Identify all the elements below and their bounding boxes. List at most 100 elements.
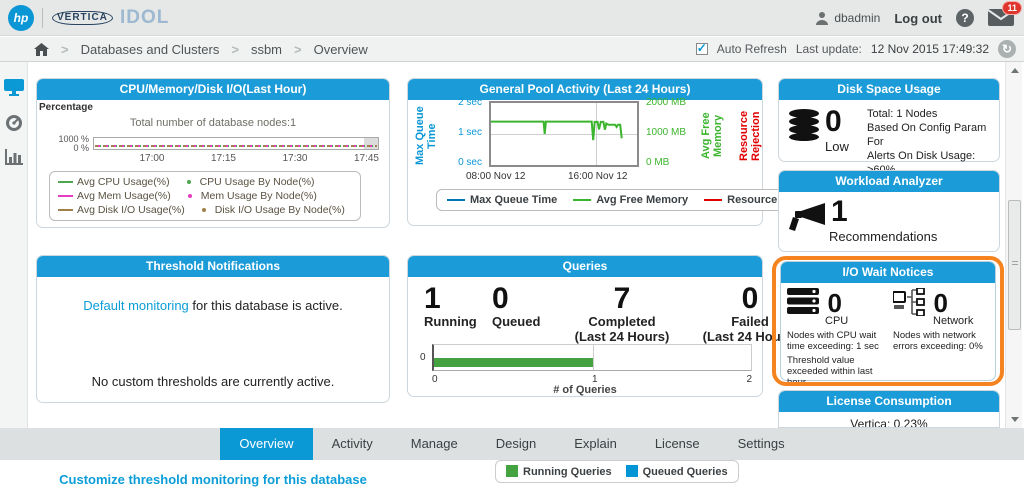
legend-item: Mem Usage By Node(%)	[183, 190, 317, 202]
line-marker	[447, 199, 465, 201]
legend-item: Avg CPU Usage(%)	[58, 176, 170, 188]
tab-settings[interactable]: Settings	[719, 428, 804, 460]
panel-header: Workload Analyzer	[779, 171, 999, 192]
hp-logo-text: hp	[13, 11, 29, 25]
legend-item: Disk I/O Usage By Node(%)	[197, 204, 345, 216]
cpu-chart-plot	[93, 137, 379, 150]
license-usage-text: Vertica: 0.23%	[850, 417, 928, 428]
panel-header: CPU/Memory/Disk I/O(Last Hour)	[37, 79, 389, 100]
square-marker	[625, 465, 638, 477]
y-tick: 0 %	[73, 143, 89, 153]
no-custom-thresholds-text: No custom thresholds are currently activ…	[91, 374, 335, 389]
logout-button[interactable]: Log out	[894, 11, 942, 26]
tab-activity[interactable]: Activity	[313, 428, 392, 460]
panel-header: License Consumption	[779, 391, 999, 412]
io-wait-highlight-ring	[772, 256, 1004, 386]
legend-label: Avg Disk I/O Usage(%)	[77, 204, 185, 216]
right-tick: 0 MB	[646, 157, 670, 168]
scrollbar-thumb[interactable]	[1008, 200, 1021, 330]
vertica-logo-text: VERTICA	[57, 12, 108, 23]
default-monitoring-text: Default monitoring for this database is …	[37, 298, 389, 313]
queries-legend: Running Queries Queued Queries	[495, 460, 739, 483]
default-monitoring-link[interactable]: Default monitoring	[83, 298, 189, 313]
x-tick: 17:45	[353, 153, 379, 164]
queries-bar-chart	[432, 344, 752, 371]
legend-label: Avg Mem Usage(%)	[77, 190, 171, 202]
far-right-axis-label: Resource Rejection	[738, 110, 762, 162]
sidebar-item-charts[interactable]	[0, 142, 28, 172]
tab-explain[interactable]: Explain	[555, 428, 636, 460]
recommendation-count: 1	[831, 195, 848, 228]
breadcrumb-item-page[interactable]: Overview	[314, 42, 368, 57]
tab-design[interactable]: Design	[477, 428, 555, 460]
threshold-notifications-panel: Threshold Notifications Default monitori…	[36, 255, 390, 403]
triangle-down-icon	[1010, 417, 1019, 422]
vertical-scrollbar[interactable]	[1005, 62, 1022, 428]
legend-label: Max Queue Time	[470, 194, 558, 206]
text: Based On Config Param For	[867, 122, 987, 148]
x-tick: 17:30	[282, 153, 308, 164]
legend-item: Running Queries	[506, 465, 612, 478]
dot-marker	[187, 194, 192, 198]
tab-overview[interactable]: Overview	[220, 428, 313, 460]
stat-value: 1	[424, 282, 441, 315]
sidebar-item-overview[interactable]	[0, 72, 28, 102]
legend-item: Avg Disk I/O Usage(%)	[58, 204, 185, 216]
text: Total: 1 Nodes	[867, 108, 938, 120]
scroll-up-button[interactable]	[1007, 63, 1022, 78]
home-icon[interactable]	[34, 42, 49, 56]
y-axis-label: Percentage	[39, 102, 93, 113]
stat-sublabel: (Last 24 Hours)	[574, 329, 670, 344]
y-axis-ticks: 1000 % 0 %	[51, 135, 89, 153]
legend-label: Queued Queries	[642, 466, 728, 478]
divider	[42, 8, 43, 28]
messages-button[interactable]: 11	[987, 1, 1022, 28]
tab-license[interactable]: License	[636, 428, 719, 460]
user-menu[interactable]: dbadmin	[815, 11, 880, 25]
flat-usage-line	[95, 145, 377, 147]
panel-header: Threshold Notifications	[37, 256, 389, 277]
chart-title: Total number of database nodes:1	[129, 117, 297, 129]
legend-label: Disk I/O Usage By Node(%)	[214, 204, 345, 216]
legend-label: Mem Usage By Node(%)	[200, 190, 317, 202]
text: for this database is active.	[188, 298, 343, 313]
auto-refresh-label: Auto Refresh	[716, 42, 787, 56]
bar-chart-icon	[5, 149, 23, 165]
legend-item: Queued Queries	[625, 465, 728, 478]
monitor-icon	[4, 78, 24, 96]
disk-alert-count: 0	[825, 105, 842, 138]
stat-label: Queued	[492, 314, 541, 329]
username: dbadmin	[834, 11, 881, 25]
stat-value: 7	[613, 282, 631, 315]
scroll-down-button[interactable]	[1007, 412, 1022, 427]
refresh-button[interactable]: ↻	[998, 40, 1016, 58]
stat-running: 1 Running	[424, 284, 484, 344]
tab-manage[interactable]: Manage	[392, 428, 477, 460]
help-icon[interactable]: ?	[956, 9, 974, 27]
megaphone-icon	[789, 203, 825, 231]
breadcrumb-bar: > Databases and Clusters > ssbm > Overvi…	[0, 37, 1024, 62]
x-axis-label: # of Queries	[553, 384, 617, 396]
breadcrumb-item-database[interactable]: ssbm	[251, 42, 282, 57]
sidebar-item-activity[interactable]	[0, 108, 28, 138]
line-marker	[58, 181, 73, 183]
line-marker	[58, 195, 73, 197]
disk-stack-icon	[789, 109, 819, 141]
left-tick: 0 sec	[458, 157, 482, 168]
page-title: IDOL	[120, 7, 170, 28]
gauge-icon	[6, 115, 22, 131]
message-count-badge: 11	[1002, 1, 1022, 15]
breadcrumb-item-databases[interactable]: Databases and Clusters	[81, 42, 220, 57]
hp-logo-icon[interactable]: hp	[8, 5, 34, 31]
legend-item: Max Queue Time	[447, 194, 557, 206]
x-tick: 08:00 Nov 12	[466, 171, 526, 182]
x-tick: 17:00	[139, 153, 165, 164]
square-marker	[506, 465, 518, 477]
cpu-chart-legend: Avg CPU Usage(%) CPU Usage By Node(%) Av…	[49, 171, 361, 221]
top-bar: hp VERTICA IDOL dbadmin Log out ? 11	[0, 0, 1024, 36]
customize-threshold-link[interactable]: Customize threshold monitoring for this …	[36, 472, 390, 487]
workload-analyzer-panel: Workload Analyzer 1 Recommendations	[778, 170, 1000, 252]
line-marker	[58, 209, 73, 211]
auto-refresh-checkbox[interactable]	[695, 41, 708, 55]
right-tick: 2000 MB	[646, 97, 687, 108]
